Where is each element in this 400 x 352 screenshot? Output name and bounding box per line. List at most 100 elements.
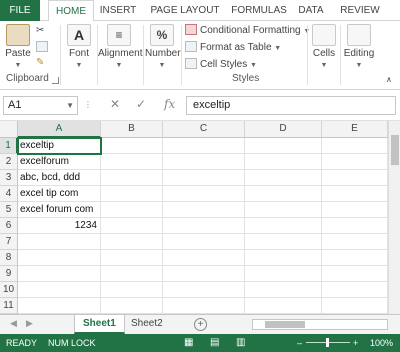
paste-button[interactable]: Paste ▼ xyxy=(4,24,32,70)
insert-function-button[interactable]: fx xyxy=(164,97,175,111)
cell-c5[interactable] xyxy=(163,202,245,218)
cell-a3[interactable]: abc, bcd, ddd xyxy=(18,170,101,186)
tab-page-layout[interactable]: PAGE LAYOUT xyxy=(146,0,224,21)
scroll-thumb[interactable] xyxy=(265,321,305,328)
cell-a5[interactable]: excel forum com xyxy=(18,202,101,218)
cell-d11[interactable] xyxy=(245,298,322,314)
cell-a2[interactable]: excelforum xyxy=(18,154,101,170)
cell-e3[interactable] xyxy=(322,170,388,186)
vertical-scrollbar[interactable] xyxy=(388,121,400,314)
format-painter-button[interactable]: ✎ xyxy=(36,57,44,68)
scroll-thumb[interactable] xyxy=(391,135,399,165)
page-break-view-icon[interactable]: ▥ xyxy=(236,334,245,352)
select-all-button[interactable] xyxy=(0,121,18,138)
cell-e4[interactable] xyxy=(322,186,388,202)
cell-e9[interactable] xyxy=(322,266,388,282)
next-sheet-icon[interactable]: ▶ xyxy=(26,318,33,329)
cell-b11[interactable] xyxy=(101,298,163,314)
enter-icon[interactable]: ✓ xyxy=(136,97,146,111)
normal-view-icon[interactable]: ▦ xyxy=(184,334,193,352)
row-header-10[interactable]: 10 xyxy=(0,282,18,298)
cell-b3[interactable] xyxy=(101,170,163,186)
row-header-8[interactable]: 8 xyxy=(0,250,18,266)
row-header-9[interactable]: 9 xyxy=(0,266,18,282)
cell-e5[interactable] xyxy=(322,202,388,218)
cell-c4[interactable] xyxy=(163,186,245,202)
row-header-5[interactable]: 5 xyxy=(0,202,18,218)
cell-c10[interactable] xyxy=(163,282,245,298)
cell-c6[interactable] xyxy=(163,218,245,234)
row-header-4[interactable]: 4 xyxy=(0,186,18,202)
cancel-icon[interactable]: ✕ xyxy=(110,97,120,111)
column-header-e[interactable]: E xyxy=(322,121,388,138)
chevron-down-icon[interactable]: ▼ xyxy=(66,97,74,114)
collapse-ribbon-button[interactable]: ∧ xyxy=(386,75,392,84)
copy-button[interactable] xyxy=(36,41,51,53)
sheet-tab[interactable]: Sheet2 xyxy=(123,315,171,334)
cell-c2[interactable] xyxy=(163,154,245,170)
column-header-d[interactable]: D xyxy=(245,121,322,138)
tab-insert[interactable]: INSERT xyxy=(98,0,138,21)
cell-d4[interactable] xyxy=(245,186,322,202)
cell-d2[interactable] xyxy=(245,154,322,170)
cell-d3[interactable] xyxy=(245,170,322,186)
cell-a10[interactable] xyxy=(18,282,101,298)
cell-c7[interactable] xyxy=(163,234,245,250)
row-header-7[interactable]: 7 xyxy=(0,234,18,250)
cell-b10[interactable] xyxy=(101,282,163,298)
cell-e2[interactable] xyxy=(322,154,388,170)
page-layout-view-icon[interactable]: ▤ xyxy=(210,334,219,352)
sheet-tab[interactable]: Sheet1 xyxy=(74,315,125,334)
cell-a4[interactable]: excel tip com xyxy=(18,186,101,202)
row-header-1[interactable]: 1 xyxy=(0,138,18,154)
cell-a8[interactable] xyxy=(18,250,101,266)
column-header-b[interactable]: B xyxy=(101,121,163,138)
cell-d7[interactable] xyxy=(245,234,322,250)
cell-b6[interactable] xyxy=(101,218,163,234)
cell-b5[interactable] xyxy=(101,202,163,218)
cell-d10[interactable] xyxy=(245,282,322,298)
zoom-slider-knob[interactable] xyxy=(326,338,329,347)
row-header-11[interactable]: 11 xyxy=(0,298,18,314)
horizontal-scrollbar[interactable] xyxy=(252,319,388,330)
cell-c11[interactable] xyxy=(163,298,245,314)
format-as-table-button[interactable]: Format as Table ▼ xyxy=(185,41,281,53)
cell-e6[interactable] xyxy=(322,218,388,234)
row-header-2[interactable]: 2 xyxy=(0,154,18,170)
editing-button[interactable]: Editing ▼ xyxy=(342,24,376,70)
tab-review[interactable]: REVIEW xyxy=(336,0,384,21)
tab-formulas[interactable]: FORMULAS xyxy=(230,0,288,21)
cell-c9[interactable] xyxy=(163,266,245,282)
formula-input[interactable]: exceltip xyxy=(186,96,396,115)
font-button[interactable]: A Font ▼ xyxy=(64,24,94,70)
cell-e7[interactable] xyxy=(322,234,388,250)
cell-a7[interactable] xyxy=(18,234,101,250)
cell-d6[interactable] xyxy=(245,218,322,234)
cell-e8[interactable] xyxy=(322,250,388,266)
cell-a11[interactable] xyxy=(18,298,101,314)
number-button[interactable]: % Number ▼ xyxy=(145,24,181,70)
column-header-a[interactable]: A xyxy=(18,121,101,138)
zoom-out-button[interactable]: – xyxy=(297,334,302,352)
cell-d5[interactable] xyxy=(245,202,322,218)
cell-c1[interactable] xyxy=(163,138,245,154)
cell-styles-button[interactable]: Cell Styles ▼ xyxy=(185,58,257,70)
cell-c8[interactable] xyxy=(163,250,245,266)
cell-e10[interactable] xyxy=(322,282,388,298)
cell-e1[interactable] xyxy=(322,138,388,154)
zoom-level[interactable]: 100% xyxy=(370,334,393,352)
prev-sheet-icon[interactable]: ◀ xyxy=(10,318,17,329)
alignment-button[interactable]: ≡ Alignment ▼ xyxy=(98,24,142,70)
conditional-formatting-button[interactable]: Conditional Formatting ▼ xyxy=(185,24,310,36)
cell-c3[interactable] xyxy=(163,170,245,186)
tab-data[interactable]: DATA xyxy=(294,0,328,21)
tab-home[interactable]: HOME xyxy=(48,0,94,22)
row-header-3[interactable]: 3 xyxy=(0,170,18,186)
cell-b8[interactable] xyxy=(101,250,163,266)
clipboard-dialog-launcher[interactable] xyxy=(52,77,59,84)
cell-b4[interactable] xyxy=(101,186,163,202)
column-header-c[interactable]: C xyxy=(163,121,245,138)
cell-b7[interactable] xyxy=(101,234,163,250)
row-header-6[interactable]: 6 xyxy=(0,218,18,234)
zoom-in-button[interactable]: + xyxy=(353,334,358,352)
